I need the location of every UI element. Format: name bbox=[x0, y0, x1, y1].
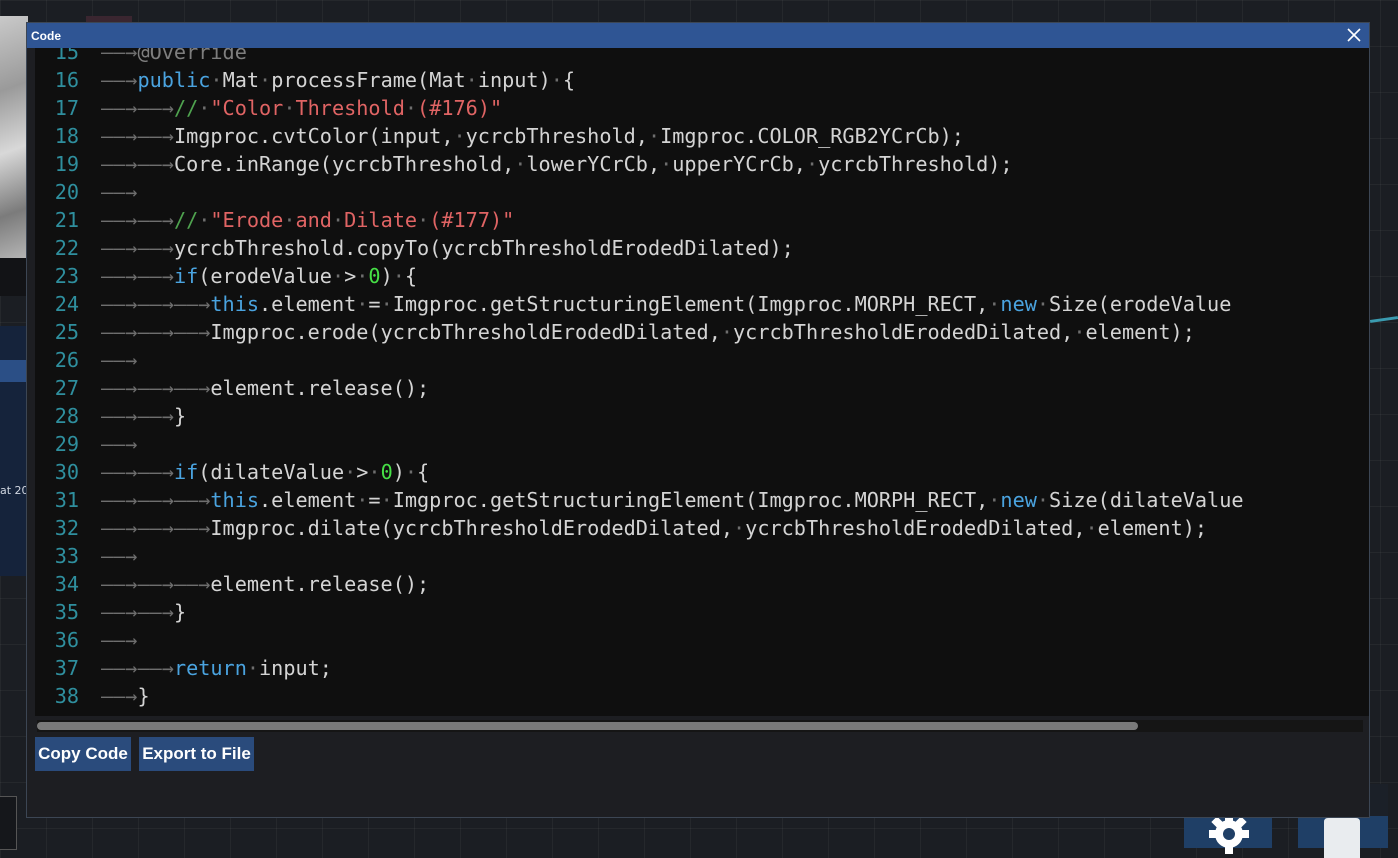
code-text: ——→@Override bbox=[101, 48, 247, 64]
window-titlebar[interactable]: Code bbox=[27, 23, 1369, 48]
code-line: 21 ——→——→//·"Erode·and·Dilate·(#177)" bbox=[35, 206, 1244, 234]
line-number: 26 bbox=[54, 348, 79, 372]
line-number: 28 bbox=[54, 404, 79, 428]
code-text: ——→——→——→Imgproc.erode(ycrcbThresholdEro… bbox=[101, 320, 1195, 344]
code-line: 33 ——→ bbox=[35, 542, 1244, 570]
close-button[interactable] bbox=[1345, 26, 1363, 44]
code-line: 36 ——→ bbox=[35, 626, 1244, 654]
code-line: 30 ——→——→if(dilateValue·>·0)·{ bbox=[35, 458, 1244, 486]
code-line: 38 ——→} bbox=[35, 682, 1244, 710]
line-number: 15 bbox=[54, 48, 79, 64]
file-icon bbox=[1324, 818, 1360, 858]
code-text: ——→——→——→element.release(); bbox=[101, 376, 430, 400]
code-line: 37 ——→——→return·input; bbox=[35, 654, 1244, 682]
line-number: 31 bbox=[54, 488, 79, 512]
export-to-file-button[interactable]: Export to File bbox=[139, 737, 254, 771]
code-line: 29 ——→ bbox=[35, 430, 1244, 458]
line-number: 24 bbox=[54, 292, 79, 316]
background-side-panel-highlight bbox=[0, 360, 28, 382]
code-line: 22 ——→——→ycrcbThreshold.copyTo(ycrcbThres… bbox=[35, 234, 1244, 262]
line-number: 23 bbox=[54, 264, 79, 288]
code-text: ——→——→//·"Color·Threshold·(#176)" bbox=[101, 96, 503, 120]
code-text: ——→——→if(dilateValue·>·0)·{ bbox=[101, 460, 430, 484]
code-line: 19 ——→——→Core.inRange(ycrcbThreshold,·low… bbox=[35, 150, 1244, 178]
code-window: Code 15 ——→@Override 16 ——→public·Mat·proce… bbox=[26, 22, 1370, 818]
code-text: ——→——→——→element.release(); bbox=[101, 572, 430, 596]
line-number: 22 bbox=[54, 236, 79, 260]
code-line: 23 ——→——→if(erodeValue·>·0)·{ bbox=[35, 262, 1244, 290]
line-number: 36 bbox=[54, 628, 79, 652]
code-line: 15 ——→@Override bbox=[35, 48, 1244, 66]
background-lower-node bbox=[0, 796, 17, 850]
line-number: 32 bbox=[54, 516, 79, 540]
code-line: 24 ——→——→——→this.element·=·Imgproc.getStr… bbox=[35, 290, 1244, 318]
code-text: ——→——→Core.inRange(ycrcbThreshold,·lower… bbox=[101, 152, 1013, 176]
line-number: 34 bbox=[54, 572, 79, 596]
line-number: 21 bbox=[54, 208, 79, 232]
background-connection-wire bbox=[1369, 316, 1398, 323]
code-text: ——→——→——→this.element·=·Imgproc.getStruc… bbox=[101, 292, 1232, 316]
line-number: 29 bbox=[54, 432, 79, 456]
code-text: ——→} bbox=[101, 684, 150, 708]
line-number: 38 bbox=[54, 684, 79, 708]
code-line: 27 ——→——→——→element.release(); bbox=[35, 374, 1244, 402]
close-icon bbox=[1347, 28, 1361, 42]
line-number: 33 bbox=[54, 544, 79, 568]
background-side-text: at 20 bbox=[0, 484, 29, 497]
code-line: 20 ——→ bbox=[35, 178, 1244, 206]
code-text: ——→ bbox=[101, 628, 138, 652]
code-line: 35 ——→——→} bbox=[35, 598, 1244, 626]
copy-code-button[interactable]: Copy Code bbox=[35, 737, 131, 771]
code-text: ——→——→——→this.element·=·Imgproc.getStruc… bbox=[101, 488, 1244, 512]
code-text: ——→ bbox=[101, 432, 138, 456]
horizontal-scrollbar[interactable] bbox=[37, 720, 1363, 732]
line-number: 37 bbox=[54, 656, 79, 680]
line-number: 19 bbox=[54, 152, 79, 176]
code-text: ——→——→ycrcbThreshold.copyTo(ycrcbThresho… bbox=[101, 236, 794, 260]
code-line: 17 ——→——→//·"Color·Threshold·(#176)" bbox=[35, 94, 1244, 122]
window-title: Code bbox=[31, 28, 61, 43]
line-number: 17 bbox=[54, 96, 79, 120]
code-line: 28 ——→——→} bbox=[35, 402, 1244, 430]
gear-icon bbox=[1209, 814, 1249, 854]
code-line: 25 ——→——→——→Imgproc.erode(ycrcbThresholdE… bbox=[35, 318, 1244, 346]
background-node-footer bbox=[0, 258, 28, 296]
line-number: 25 bbox=[54, 320, 79, 344]
line-number: 18 bbox=[54, 124, 79, 148]
line-number: 30 bbox=[54, 460, 79, 484]
code-text: ——→——→return·input; bbox=[101, 656, 332, 680]
background-camera-feed bbox=[0, 16, 28, 258]
code-text: ——→——→if(erodeValue·>·0)·{ bbox=[101, 264, 418, 288]
code-line: 18 ——→——→Imgproc.cvtColor(input,·ycrcbThr… bbox=[35, 122, 1244, 150]
code-text: ——→ bbox=[101, 544, 138, 568]
line-number: 35 bbox=[54, 600, 79, 624]
code-text: ——→——→//·"Erode·and·Dilate·(#177)" bbox=[101, 208, 515, 232]
code-editor[interactable]: 15 ——→@Override 16 ——→public·Mat·processFra… bbox=[35, 48, 1369, 716]
code-text: ——→——→} bbox=[101, 600, 187, 624]
code-text: ——→public·Mat·processFrame(Mat·input)·{ bbox=[101, 68, 576, 92]
line-number: 16 bbox=[54, 68, 79, 92]
code-text: ——→ bbox=[101, 348, 138, 372]
code-lines: 15 ——→@Override 16 ——→public·Mat·processFra… bbox=[35, 48, 1244, 710]
code-line: 26 ——→ bbox=[35, 346, 1244, 374]
line-number: 20 bbox=[54, 180, 79, 204]
code-line: 31 ——→——→——→this.element·=·Imgproc.getStr… bbox=[35, 486, 1244, 514]
code-text: ——→——→——→Imgproc.dilate(ycrcbThresholdEr… bbox=[101, 516, 1208, 540]
code-text: ——→——→Imgproc.cvtColor(input,·ycrcbThres… bbox=[101, 124, 964, 148]
code-text: ——→ bbox=[101, 180, 138, 204]
code-text: ——→——→} bbox=[101, 404, 187, 428]
code-line: 16 ——→public·Mat·processFrame(Mat·input)·… bbox=[35, 66, 1244, 94]
code-line: 34 ——→——→——→element.release(); bbox=[35, 570, 1244, 598]
line-number: 27 bbox=[54, 376, 79, 400]
horizontal-scrollbar-thumb[interactable] bbox=[37, 722, 1138, 730]
code-line: 32 ——→——→——→Imgproc.dilate(ycrcbThreshold… bbox=[35, 514, 1244, 542]
